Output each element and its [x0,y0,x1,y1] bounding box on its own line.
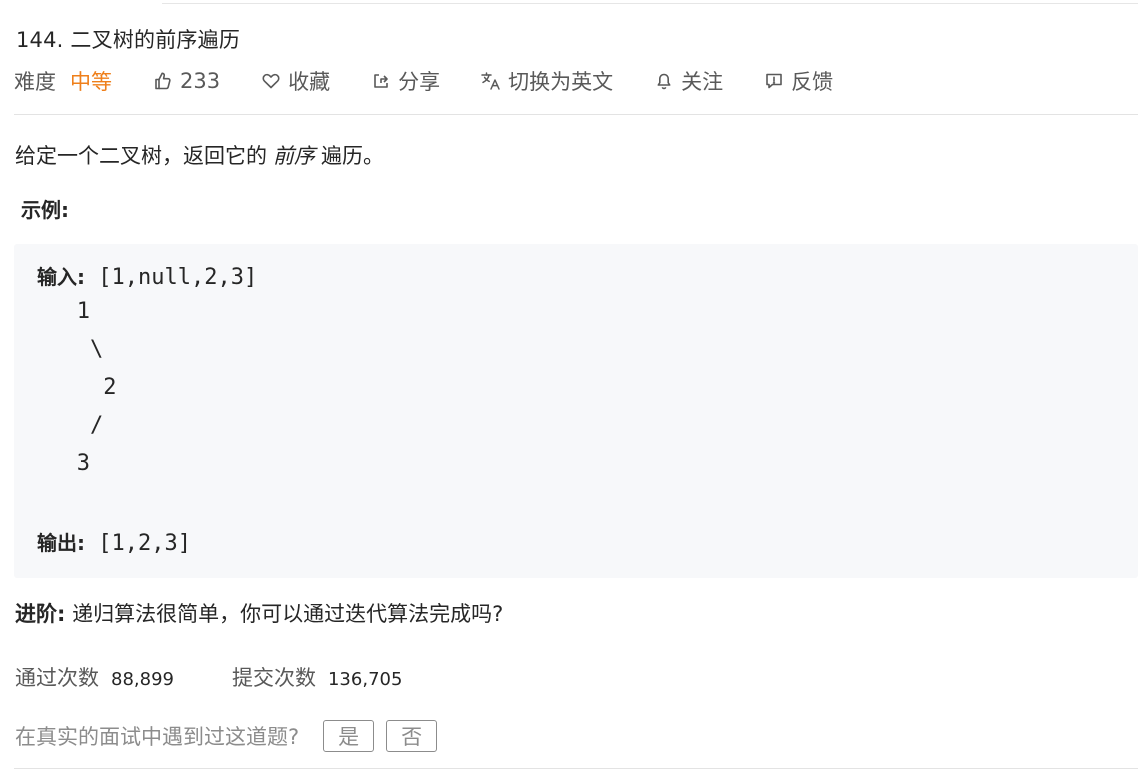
difficulty-value: 中等 [70,70,112,94]
favorite-label: 收藏 [288,70,331,94]
problem-description: 给定一个二叉树，返回它的 前序 遍历。 [15,140,384,170]
feedback-label: 反馈 [791,70,834,94]
tree-line: 1 [37,299,90,324]
tree-line: / [37,413,104,438]
tree-line: \ [37,337,104,362]
feedback-icon [763,70,785,92]
bell-icon [653,70,675,92]
tree-line: 3 [37,451,90,476]
tree-line: 2 [37,375,117,400]
heart-icon [260,70,282,92]
example-code-block: 输入: [1,null,2,3] 1 \ 2 / 3 输出: [1,2,3] [14,244,1138,578]
output-value: [1,2,3] [85,531,191,556]
favorite-button[interactable]: 收藏 [260,66,330,96]
share-label: 分享 [398,70,441,94]
top-divider [162,0,1138,4]
header-divider [14,114,1138,115]
no-button[interactable]: 否 [386,720,438,752]
share-icon [370,70,392,92]
share-button[interactable]: 分享 [370,66,440,96]
switch-language-label: 切换为英文 [508,70,614,94]
switch-language-button[interactable]: 切换为英文 [480,66,613,96]
interview-question-text: 在真实的面试中遇到过这道题? [15,725,300,749]
submitted-count: 136,705 [327,669,403,690]
description-text-end: 遍历。 [321,144,384,168]
example-label: 示例: [21,198,69,222]
yes-button[interactable]: 是 [323,720,375,752]
feedback-button[interactable]: 反馈 [763,66,833,96]
example-output-line: 输出: [1,2,3] [37,527,191,556]
likes-count: 233 [180,69,221,93]
input-value: [1,null,2,3] [85,265,258,290]
example-input-line: 输入: [1,null,2,3] [37,261,257,290]
interview-question: 在真实的面试中遇到过这道题? 是 否 [15,718,438,754]
description-text: 给定一个二叉树，返回它的 [15,144,267,168]
accepted-count: 88,899 [111,669,174,690]
advanced-text: 递归算法很简单，你可以通过迭代算法完成吗? [65,602,504,626]
follow-label: 关注 [681,70,724,94]
advanced-note: 进阶: 递归算法很简单，你可以通过迭代算法完成吗? [15,598,503,628]
output-label: 输出: [37,531,85,555]
advanced-label: 进阶: [15,602,66,626]
footer-divider [14,768,1138,769]
submitted-label: 提交次数 [231,666,316,690]
problem-title: 144. 二叉树的前序遍历 [16,28,241,52]
submission-stats: 通过次数 88,899 提交次数 136,705 [15,662,460,692]
description-emphasis: 前序 [273,144,315,168]
difficulty-label: 难度 [14,70,56,94]
thumbs-up-icon [152,70,174,92]
follow-button[interactable]: 关注 [653,66,723,96]
input-label: 输入: [37,265,85,289]
like-button[interactable]: 233 [152,69,220,93]
problem-meta-bar: 难度 中等 233 收藏 分享 切换为英文 关注 反馈 [14,64,873,98]
translate-icon [480,70,502,92]
accepted-label: 通过次数 [15,666,99,690]
